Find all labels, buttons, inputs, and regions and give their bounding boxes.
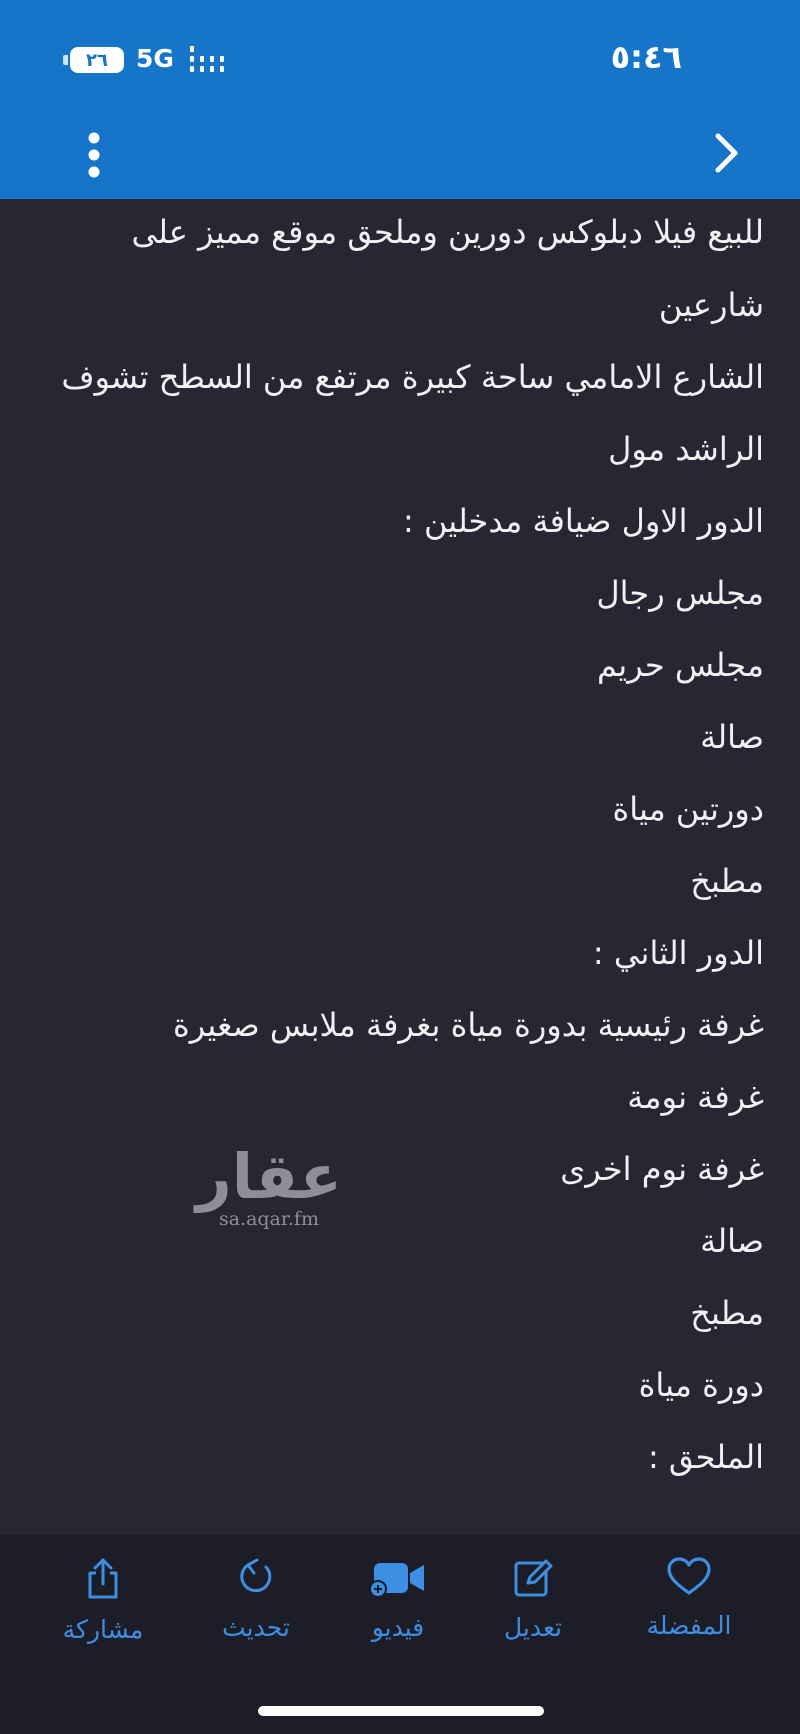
tab-video[interactable]: فيديو bbox=[333, 1557, 463, 1642]
heart-icon bbox=[667, 1557, 711, 1595]
tab-favorites[interactable]: المفضلة bbox=[624, 1557, 754, 1640]
header-bar: ٢٦ 5G ٥:٤٦ bbox=[0, 0, 800, 199]
description-line: شارعين bbox=[658, 286, 764, 324]
description-line: غرفة نومة bbox=[627, 1078, 764, 1116]
description-line: غرفة نوم اخرى bbox=[560, 1150, 764, 1188]
description-line: الملحق : bbox=[647, 1438, 764, 1476]
description-line: الدور الاول ضيافة مدخلين : bbox=[402, 502, 764, 540]
share-icon bbox=[88, 1558, 118, 1599]
description-line: مجلس حريم bbox=[597, 646, 764, 684]
description-line: غرفة رئيسية بدورة مياة بغرفة ملابس صغيرة bbox=[172, 1006, 764, 1044]
description-line: الشارع الامامي ساحة كبيرة مرتفع من السطح… bbox=[61, 358, 764, 396]
description-line: مجلس رجال bbox=[596, 574, 764, 612]
signal-icon bbox=[190, 46, 224, 72]
description-line: الدور الثاني : bbox=[592, 934, 764, 972]
battery-icon: ٢٦ bbox=[70, 47, 124, 73]
description-line: دورة مياة bbox=[638, 1366, 764, 1404]
battery-level: ٢٦ bbox=[86, 49, 108, 71]
tab-refresh-label: تحديث bbox=[222, 1613, 290, 1642]
description-line: للبيع فيلا دبلوكس دورين وملحق موقع مميز … bbox=[131, 213, 764, 251]
network-type: 5G bbox=[136, 44, 174, 73]
tab-share-label: مشاركة bbox=[62, 1615, 144, 1644]
tab-video-label: فيديو bbox=[371, 1613, 425, 1642]
description-line: صالة bbox=[700, 1222, 764, 1260]
watermark-text: عقار bbox=[196, 1140, 342, 1213]
tab-edit-label: تعديل bbox=[503, 1613, 563, 1642]
tab-share[interactable]: مشاركة bbox=[38, 1557, 168, 1644]
tab-favorites-label: المفضلة bbox=[646, 1611, 732, 1640]
description-line: مطبخ bbox=[690, 1294, 764, 1332]
refresh-icon bbox=[240, 1558, 272, 1593]
more-vertical-icon[interactable] bbox=[76, 130, 112, 180]
description-line: مطبخ bbox=[690, 862, 764, 900]
description-line: صالة bbox=[700, 718, 764, 756]
tab-edit[interactable]: تعديل bbox=[468, 1557, 598, 1642]
chevron-right-icon[interactable] bbox=[704, 130, 750, 176]
edit-icon bbox=[514, 1559, 553, 1597]
description-lines: للبيع فيلا دبلوكس دورين وملحق موقع مميز … bbox=[24, 199, 764, 1493]
description-line: دورتين مياة bbox=[612, 790, 764, 828]
listing-description: للبيع فيلا دبلوكس دورين وملحق موقع مميز … bbox=[0, 199, 800, 1535]
status-time: ٥:٤٦ bbox=[610, 38, 682, 76]
bottom-tab-bar: المفضلة تعديل فيديو تحديث مشاركة bbox=[0, 1535, 800, 1734]
watermark-logo: عقار sa.aqar.fm bbox=[196, 1140, 342, 1230]
video-icon bbox=[369, 1563, 424, 1598]
description-line: الراشد مول bbox=[608, 430, 764, 468]
tab-refresh[interactable]: تحديث bbox=[191, 1557, 321, 1642]
battery-tip bbox=[63, 55, 68, 65]
home-indicator[interactable] bbox=[258, 1706, 544, 1716]
